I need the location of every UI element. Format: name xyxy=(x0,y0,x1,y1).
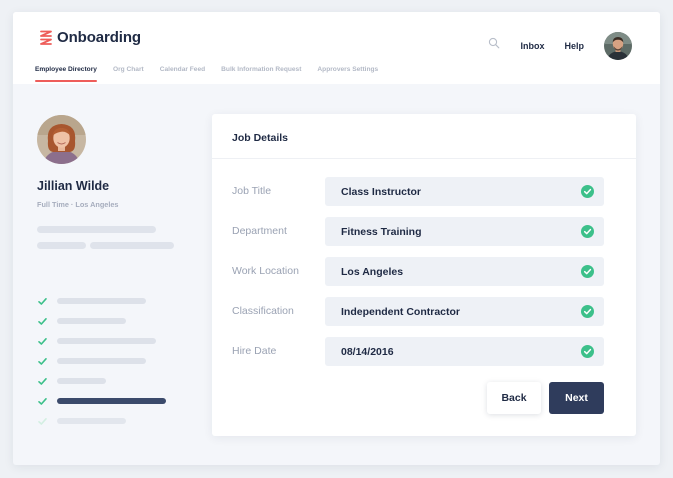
field-value: Independent Contractor xyxy=(341,306,461,318)
field-value: Class Instructor xyxy=(341,186,421,198)
check-icon xyxy=(38,357,47,365)
header-actions: Inbox Help xyxy=(488,32,632,60)
department-field[interactable]: Fitness Training xyxy=(325,217,604,246)
classification-field[interactable]: Independent Contractor xyxy=(325,297,604,326)
profile-detail-placeholder xyxy=(37,226,156,233)
checklist-item[interactable] xyxy=(57,318,126,324)
user-avatar-image xyxy=(604,32,632,60)
brand[interactable]: Onboarding xyxy=(40,29,141,46)
profile-photo xyxy=(37,115,86,164)
field-row-department: Department Fitness Training xyxy=(232,217,604,246)
field-label: Job Title xyxy=(232,185,272,197)
job-title-field[interactable]: Class Instructor xyxy=(325,177,604,206)
tab-approvers-settings[interactable]: Approvers Settings xyxy=(317,66,378,81)
profile-detail-placeholder xyxy=(90,242,174,249)
check-circle-icon xyxy=(581,185,594,198)
checklist-item[interactable] xyxy=(57,358,146,364)
field-label: Work Location xyxy=(232,265,299,277)
field-row-classification: Classification Independent Contractor xyxy=(232,297,604,326)
check-icon xyxy=(38,317,47,325)
field-row-hire-date: Hire Date 08/14/2016 xyxy=(232,337,604,366)
card-header: Job Details xyxy=(212,114,636,159)
field-label: Hire Date xyxy=(232,345,277,357)
check-circle-icon xyxy=(581,225,594,238)
help-link[interactable]: Help xyxy=(564,41,584,51)
checklist-item-current[interactable] xyxy=(57,398,166,404)
checklist-item-pending[interactable] xyxy=(57,418,126,424)
check-icon xyxy=(38,417,47,425)
field-value: Los Angeles xyxy=(341,266,404,278)
profile-subtitle: Full Time · Los Angeles xyxy=(37,200,119,209)
work-location-field[interactable]: Los Angeles xyxy=(325,257,604,286)
brand-name: Onboarding xyxy=(57,29,141,46)
field-row-job-title: Job Title Class Instructor xyxy=(232,177,604,206)
field-label: Department xyxy=(232,225,287,237)
check-circle-icon xyxy=(581,305,594,318)
field-value: 08/14/2016 xyxy=(341,346,394,358)
tab-calendar-feed[interactable]: Calendar Feed xyxy=(160,66,205,81)
check-icon xyxy=(38,377,47,385)
card-title: Job Details xyxy=(232,132,289,144)
hire-date-field[interactable]: 08/14/2016 xyxy=(325,337,604,366)
checklist-item[interactable] xyxy=(57,298,146,304)
tab-employee-directory[interactable]: Employee Directory xyxy=(35,66,97,82)
top-navigation: Onboarding Employee Directory Org Chart … xyxy=(13,12,660,84)
check-circle-icon xyxy=(581,345,594,358)
stacked-chevrons-logo-icon xyxy=(40,30,52,45)
checklist-item[interactable] xyxy=(57,378,106,384)
back-button[interactable]: Back xyxy=(487,382,541,414)
field-value: Fitness Training xyxy=(341,226,422,238)
check-icon xyxy=(38,337,47,345)
app-window: Onboarding Employee Directory Org Chart … xyxy=(13,12,660,465)
job-details-card: Job Details Job Title Class Instructor D… xyxy=(212,114,636,436)
profile-detail-placeholder xyxy=(37,242,86,249)
tab-bar: Employee Directory Org Chart Calendar Fe… xyxy=(35,66,394,82)
profile-avatar xyxy=(37,115,86,164)
user-avatar[interactable] xyxy=(604,32,632,60)
profile-name: Jillian Wilde xyxy=(37,179,110,193)
field-label: Classification xyxy=(232,305,294,317)
tab-bulk-information-request[interactable]: Bulk Information Request xyxy=(221,66,301,81)
field-row-work-location: Work Location Los Angeles xyxy=(232,257,604,286)
inbox-link[interactable]: Inbox xyxy=(520,41,544,51)
check-icon xyxy=(38,397,47,405)
tab-org-chart[interactable]: Org Chart xyxy=(113,66,144,81)
check-icon xyxy=(38,297,47,305)
search-icon[interactable] xyxy=(488,37,500,49)
next-button[interactable]: Next xyxy=(549,382,604,414)
check-circle-icon xyxy=(581,265,594,278)
checklist-item[interactable] xyxy=(57,338,156,344)
